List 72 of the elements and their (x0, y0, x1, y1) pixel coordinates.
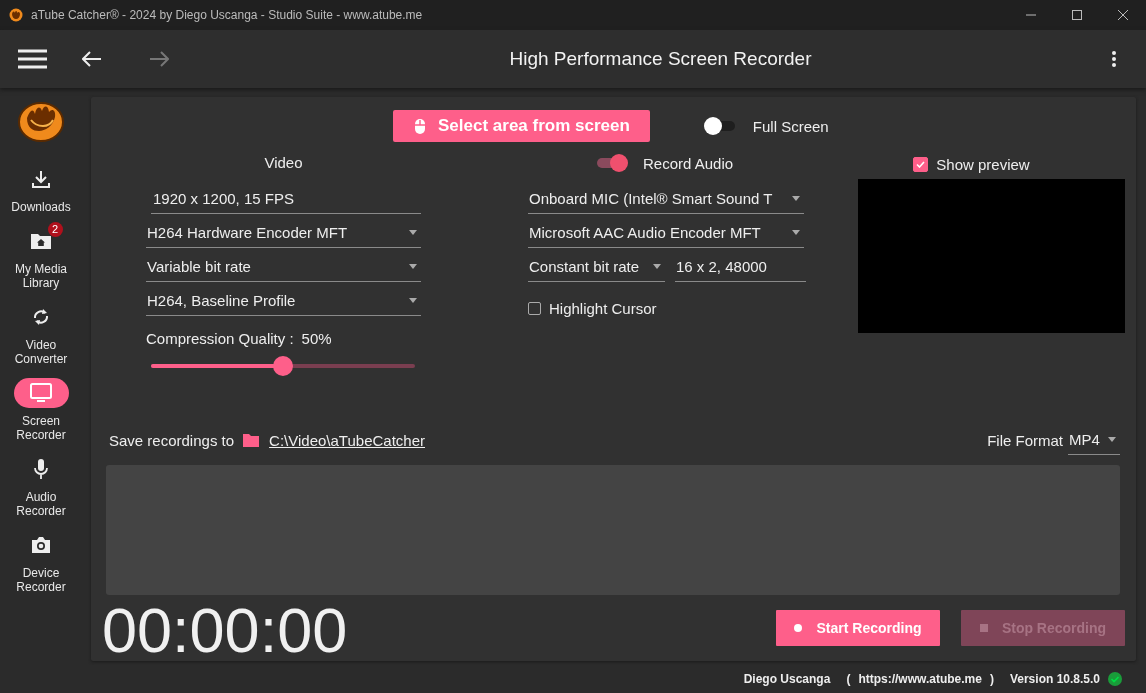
download-icon (31, 169, 51, 189)
dropdown[interactable]: Microsoft AAC Audio Encoder MFT (528, 218, 804, 248)
caret-icon (409, 230, 417, 235)
dropdown[interactable]: Constant bit rate (528, 252, 665, 282)
glove-logo-icon (9, 8, 23, 22)
sidebar-item[interactable]: Downloads (3, 164, 79, 214)
page-title: High Performance Screen Recorder (508, 48, 813, 70)
monitor-icon (30, 383, 52, 403)
save-label: Save recordings to (109, 431, 235, 449)
arrow-icon (149, 51, 169, 67)
sidebar-label: Screen Recorder (15, 414, 67, 442)
more-vertical-icon (1112, 51, 1116, 67)
checkbox[interactable] (528, 302, 541, 315)
microphone-icon (34, 459, 48, 479)
dropdown[interactable]: H264, Baseline Profile (146, 286, 421, 316)
sidebar-item[interactable]: Device Recorder (3, 530, 79, 594)
sidebar-item[interactable]: Screen Recorder (3, 378, 79, 442)
folder-home-icon (31, 233, 51, 249)
folder-icon (243, 433, 260, 447)
mouse-icon (415, 118, 425, 134)
camera-icon (31, 536, 51, 554)
folder-path-link[interactable]: C:\Video\aTubeCatcher (269, 431, 425, 449)
author-name: Diego Uscanga (743, 672, 831, 686)
caret-icon (792, 230, 800, 235)
caret-icon (792, 196, 800, 201)
caret-icon (409, 298, 417, 303)
version-label: Version 10.8.5.0 (1009, 672, 1100, 686)
dropdown[interactable]: H264 Hardware Encoder MFT (146, 218, 421, 248)
sidebar-item[interactable]: Video Converter (3, 302, 79, 366)
file-format-label: File Format (987, 431, 1063, 449)
sidebar-item[interactable]: Audio Recorder (3, 454, 79, 518)
toggle-label: Record Audio (643, 154, 734, 172)
parenthesis: ( (846, 672, 851, 686)
slider[interactable] (151, 356, 415, 376)
record-dot-icon (794, 624, 803, 632)
checkbox[interactable] (913, 157, 929, 172)
dropdown[interactable]: Variable bit rate (146, 252, 421, 282)
slider-label: Compression Quality : (146, 330, 294, 347)
notification-badge: 2 (47, 222, 63, 237)
close-icon[interactable] (1118, 10, 1128, 20)
stop-square-icon (979, 624, 988, 632)
website-link[interactable]: https://www.atube.me (858, 672, 982, 686)
toggle-label: Full Screen (752, 117, 829, 135)
sidebar-label: Downloads (11, 200, 71, 214)
more-button[interactable] (1112, 51, 1116, 67)
menu-icon (18, 49, 47, 69)
dropdown[interactable]: MP4 (1068, 425, 1120, 455)
caret-icon (1108, 437, 1116, 442)
parenthesis: ) (989, 672, 994, 686)
text-field[interactable]: 1920 x 1200, 15 FPS (151, 184, 421, 214)
sidebar-label: My Media Library (14, 262, 68, 290)
sidebar-label: Audio Recorder (15, 490, 67, 518)
caret-icon (653, 264, 661, 269)
slider-value: 50% (301, 330, 332, 347)
elapsed-timer: 00:00:00 (102, 599, 348, 661)
sync-icon (32, 307, 50, 327)
arrow-icon (82, 51, 102, 67)
sidebar-label: Device Recorder (15, 566, 67, 594)
dropdown[interactable]: Onboard MIC (Intel® Smart Sound T (528, 184, 804, 214)
check-circle-icon (1108, 672, 1122, 686)
checkbox-label: Highlight Cursor (549, 300, 657, 317)
glove-logo-icon (18, 100, 64, 142)
menu-button[interactable] (18, 49, 47, 69)
caret-icon (409, 264, 417, 269)
back-button[interactable] (82, 51, 102, 67)
text-field[interactable]: 16 x 2, 48000 (675, 252, 806, 282)
maximize-icon[interactable] (1072, 10, 1082, 20)
checkmark-icon (916, 161, 926, 168)
window-title: aTube Catcher® - 2024 by Diego Uscanga - Studio Suite - www.atube.me (31, 8, 423, 22)
sidebar-label: Video Converter (13, 338, 69, 366)
checkbox-label: Show preview (936, 156, 1030, 173)
section-heading: Video (263, 153, 304, 173)
